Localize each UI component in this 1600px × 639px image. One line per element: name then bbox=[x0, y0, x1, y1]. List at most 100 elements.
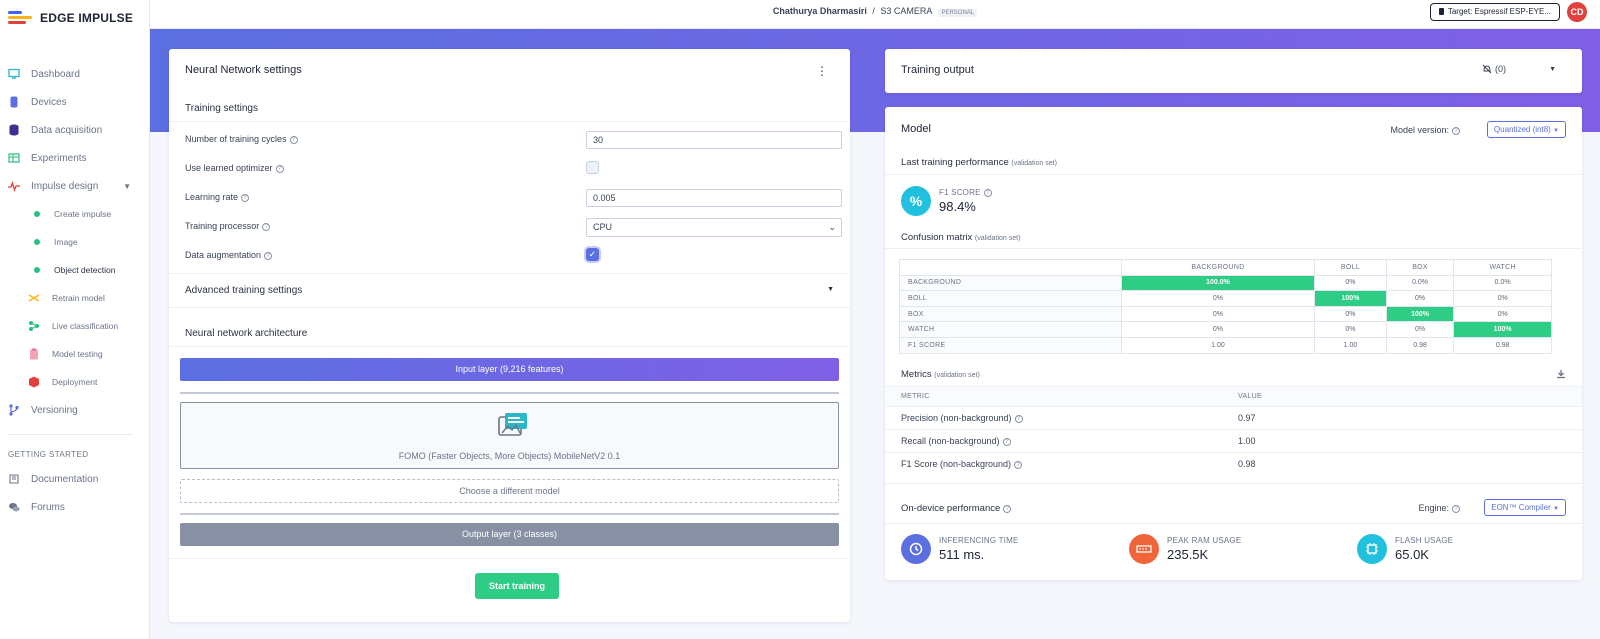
cm-col-header: BACKGROUND bbox=[1120, 259, 1316, 276]
sidebar: EDGE IMPULSE Dashboard Devices Data acqu… bbox=[0, 0, 150, 639]
f1-value: 98.4% bbox=[939, 199, 976, 214]
sidebar-subitem-retrain-model[interactable]: Retrain model bbox=[0, 284, 149, 312]
project-badge: PERSONAL bbox=[938, 9, 978, 17]
sidebar-item-versioning[interactable]: Versioning bbox=[0, 396, 149, 424]
more-menu-icon[interactable]: ⋮ bbox=[816, 64, 828, 78]
sidebar-item-label: Dashboard bbox=[31, 68, 80, 80]
sidebar-item-label: Versioning bbox=[31, 404, 78, 416]
brand-logo[interactable]: EDGE IMPULSE bbox=[0, 0, 149, 36]
package-icon bbox=[28, 376, 40, 388]
help-icon[interactable]: ? bbox=[1014, 461, 1023, 469]
input-layer-bar: Input layer (9,216 features) bbox=[180, 358, 839, 381]
cm-cell: 0% bbox=[1120, 290, 1316, 307]
chevron-down-icon: ▼ bbox=[123, 181, 131, 191]
cm-col-header: BOX bbox=[1385, 259, 1455, 276]
status-dot-icon bbox=[34, 239, 40, 245]
help-icon[interactable]: ? bbox=[1452, 127, 1460, 135]
ram-label: PEAK RAM USAGE bbox=[1167, 536, 1242, 545]
model-version-select[interactable]: Quantized (int8) ▼ bbox=[1486, 121, 1566, 138]
sidebar-item-dashboard[interactable]: Dashboard bbox=[0, 60, 149, 88]
metric-name: F1 Score (non-background)? bbox=[901, 453, 1023, 475]
model-version-label: Model version:? bbox=[1390, 125, 1460, 135]
metric-value: 0.97 bbox=[1238, 413, 1256, 423]
training-output-card: Training output (0) ▼ bbox=[885, 49, 1582, 93]
engine-select[interactable]: EON™ Compiler ▼ bbox=[1484, 499, 1566, 516]
sidebar-item-documentation[interactable]: Documentation bbox=[0, 465, 149, 493]
help-icon[interactable]: ? bbox=[1452, 505, 1460, 513]
cycles-input[interactable]: 30 bbox=[586, 131, 842, 149]
cm-row-label: BOX bbox=[899, 305, 1122, 323]
sidebar-item-label: Documentation bbox=[31, 473, 99, 485]
sidebar-subitem-object-detection[interactable]: Object detection bbox=[0, 256, 149, 284]
on-device-title: On-device performance? bbox=[901, 503, 1012, 514]
book-icon bbox=[8, 473, 20, 485]
sidebar-item-data-acquisition[interactable]: Data acquisition bbox=[0, 116, 149, 144]
sidebar-subitem-deployment[interactable]: Deployment bbox=[0, 368, 149, 396]
help-icon[interactable]: ? bbox=[241, 194, 250, 202]
cm-row: F1 SCORE 1.00 1.00 0.98 0.98 bbox=[899, 336, 1552, 354]
sidebar-item-devices[interactable]: Devices bbox=[0, 88, 149, 116]
learning-rate-input[interactable]: 0.005 bbox=[586, 189, 842, 207]
help-icon[interactable]: ? bbox=[1003, 505, 1012, 513]
divider bbox=[885, 523, 1582, 524]
cm-cell: 100% bbox=[1385, 305, 1455, 323]
learning-rate-label: Learning rate? bbox=[185, 192, 250, 202]
bell-off-icon bbox=[1482, 64, 1492, 76]
target-device-button[interactable]: Target: Espressif ESP-EYE... bbox=[1429, 3, 1560, 21]
sidebar-subitem-image[interactable]: Image bbox=[0, 228, 149, 256]
help-icon[interactable]: ? bbox=[1014, 415, 1023, 423]
breadcrumb-project[interactable]: S3 CAMERA bbox=[880, 6, 932, 16]
advanced-settings-toggle[interactable]: Advanced training settings ▼ bbox=[185, 285, 834, 296]
flash-value: 65.0K bbox=[1395, 547, 1429, 562]
sidebar-item-label: Deployment bbox=[52, 377, 98, 387]
choose-model-button[interactable]: Choose a different model bbox=[180, 479, 839, 503]
table-icon bbox=[8, 152, 20, 164]
help-icon[interactable]: ? bbox=[264, 252, 273, 260]
sidebar-item-label: Data acquisition bbox=[31, 124, 103, 136]
confusion-matrix: BACKGROUND BOLL BOX WATCH BACKGROUND 100… bbox=[899, 259, 1552, 354]
cm-cell: 0% bbox=[1314, 305, 1387, 323]
sidebar-subitem-live-classification[interactable]: Live classification bbox=[0, 312, 149, 340]
status-dot-icon bbox=[34, 211, 40, 217]
model-block[interactable]: FOMO (Faster Objects, More Objects) Mobi… bbox=[180, 402, 839, 469]
advanced-settings-label: Advanced training settings bbox=[185, 285, 303, 296]
processor-label: Training processor? bbox=[185, 221, 271, 231]
optimizer-checkbox[interactable] bbox=[586, 161, 599, 174]
caret-down-icon[interactable]: ▼ bbox=[1549, 66, 1556, 73]
avatar[interactable]: CD bbox=[1567, 2, 1587, 22]
help-icon[interactable]: ? bbox=[289, 136, 298, 144]
live-classification-icon bbox=[28, 320, 40, 332]
help-icon[interactable]: ? bbox=[275, 165, 284, 173]
sidebar-subitem-create-impulse[interactable]: Create impulse bbox=[0, 200, 149, 228]
f1-label: F1 SCORE? bbox=[939, 188, 992, 197]
cm-row: BOLL 0% 100% 0% 0% bbox=[899, 290, 1552, 307]
sidebar-item-impulse-design[interactable]: Impulse design ▼ bbox=[0, 172, 149, 200]
help-icon[interactable]: ? bbox=[262, 223, 271, 231]
start-training-button[interactable]: Start training bbox=[475, 573, 559, 599]
cm-cell: 0% bbox=[1385, 290, 1455, 307]
help-icon[interactable]: ? bbox=[1002, 438, 1011, 446]
cm-cell: 0.98 bbox=[1385, 336, 1455, 354]
divider bbox=[169, 121, 850, 122]
cm-cell: 1.00 bbox=[1314, 336, 1387, 354]
cm-row: BACKGROUND 100.0% 0% 0.0% 0.0% bbox=[899, 274, 1552, 292]
augmentation-checkbox[interactable]: ✓ bbox=[586, 248, 599, 261]
f1-score-metric: % F1 SCORE? 98.4% bbox=[901, 186, 992, 216]
clock-icon bbox=[901, 534, 931, 564]
sidebar-subitem-model-testing[interactable]: Model testing bbox=[0, 340, 149, 368]
sidebar-nav: Dashboard Devices Data acquisition Exper… bbox=[0, 60, 149, 424]
sidebar-item-label: Object detection bbox=[54, 265, 116, 275]
branch-icon bbox=[8, 404, 20, 416]
sidebar-item-experiments[interactable]: Experiments bbox=[0, 144, 149, 172]
caret-down-icon: ▼ bbox=[1553, 128, 1559, 134]
sidebar-item-forums[interactable]: Forums bbox=[0, 493, 149, 521]
device-icon bbox=[8, 96, 20, 108]
help-icon[interactable]: ? bbox=[983, 189, 992, 197]
download-icon[interactable] bbox=[1556, 369, 1566, 382]
sidebar-item-label: Forums bbox=[31, 501, 65, 513]
notifications-toggle[interactable]: (0) bbox=[1482, 64, 1506, 76]
cycles-label: Number of training cycles? bbox=[185, 134, 298, 144]
optimizer-label: Use learned optimizer? bbox=[185, 163, 284, 173]
processor-select[interactable]: CPU ⌄ bbox=[586, 218, 842, 237]
breadcrumb-user[interactable]: Chathurya Dharmasiri bbox=[773, 6, 867, 16]
